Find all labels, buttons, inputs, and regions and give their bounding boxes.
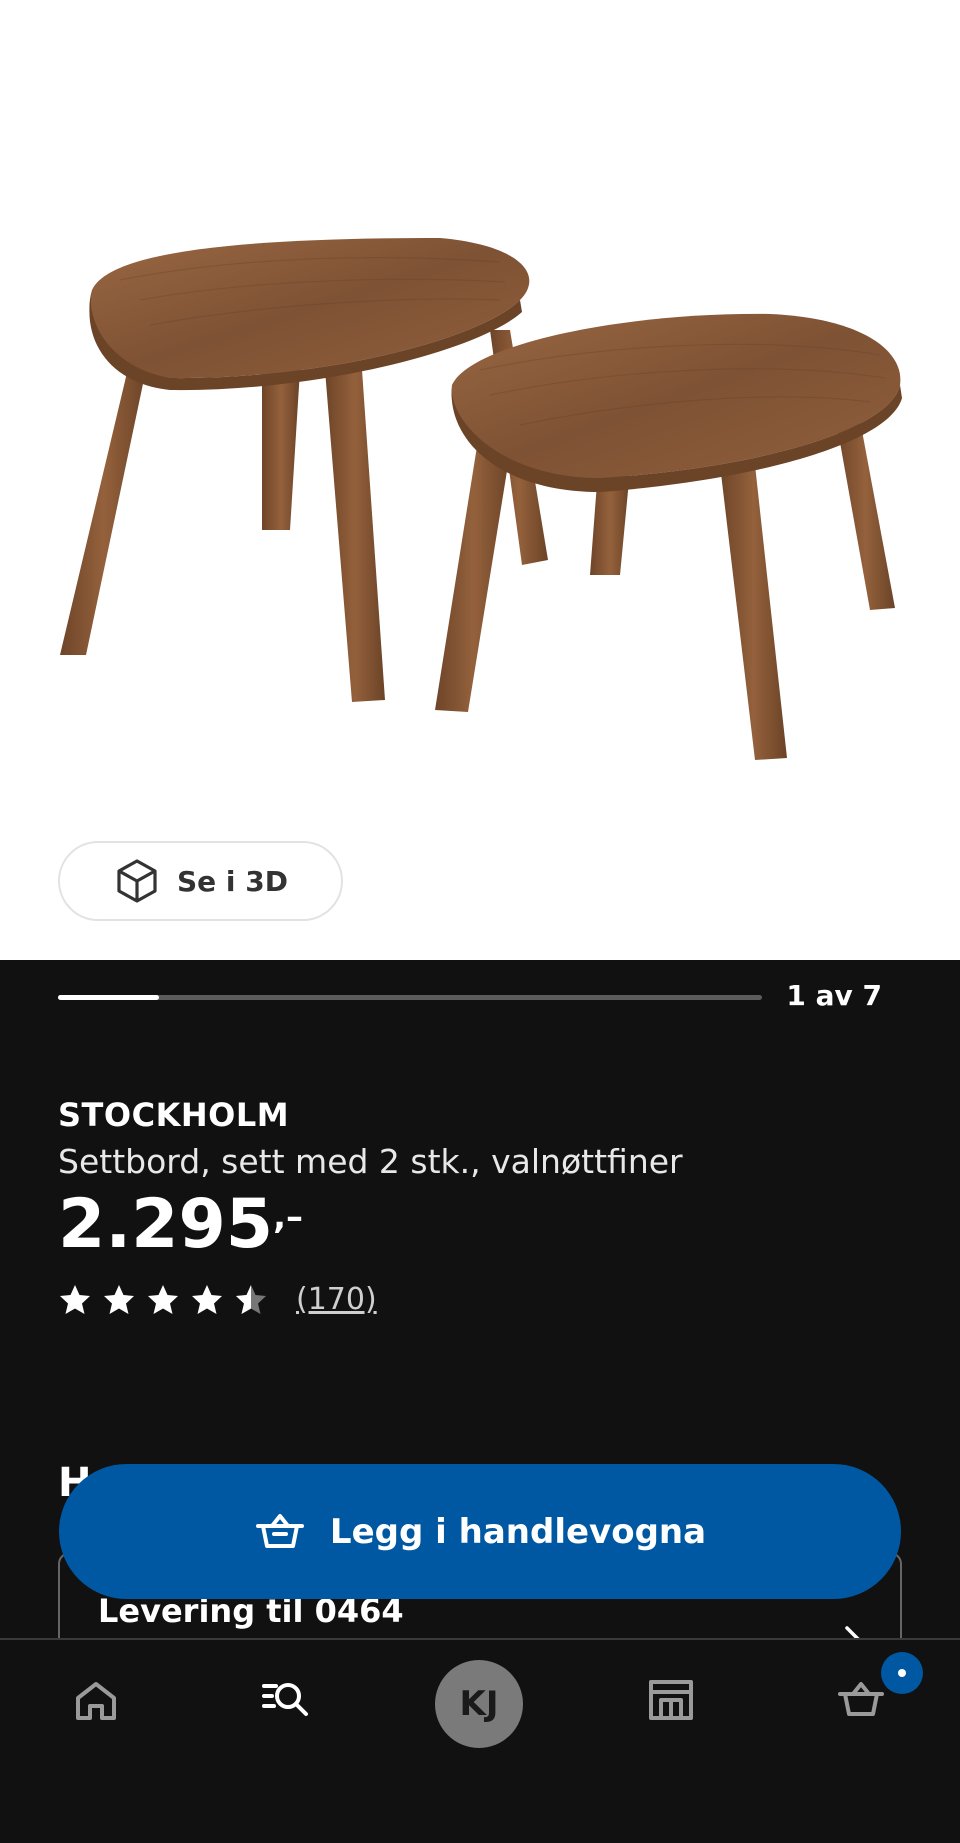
star-half-icon (236, 1284, 266, 1314)
profile-avatar[interactable]: KJ (435, 1660, 523, 1748)
bottom-navigation: KJ (0, 1638, 960, 1843)
star-full-icon (60, 1284, 90, 1314)
cart-badge-dot (898, 1669, 906, 1677)
cart-badge (881, 1652, 923, 1694)
gallery-counter: 1 av 7 (786, 979, 882, 1012)
home-icon (76, 1682, 116, 1720)
product-photo (60, 238, 902, 760)
price-suffix: ,– (273, 1197, 304, 1237)
view-in-3d-label: Se i 3D (177, 864, 288, 898)
add-to-cart-button[interactable]: Legg i handlevogna (59, 1464, 901, 1599)
basket-icon (838, 1682, 884, 1716)
product-price: 2.295 ,– (58, 1185, 303, 1264)
nav-stores[interactable] (611, 1640, 731, 1760)
star-full-icon (192, 1284, 222, 1314)
add-to-cart-label: Legg i handlevogna (329, 1511, 707, 1552)
product-image-gallery[interactable]: Se i 3D (0, 0, 960, 960)
product-brand: STOCKHOLM (58, 1096, 290, 1134)
price-value: 2.295 (58, 1185, 274, 1264)
nav-home[interactable] (36, 1640, 156, 1760)
gallery-progress-fill (58, 995, 159, 1000)
store-icon (649, 1680, 693, 1720)
product-description: Settbord, sett med 2 stk., valnøttfiner (58, 1142, 683, 1181)
basket-icon (255, 1513, 304, 1548)
gallery-progress-track (58, 995, 762, 1000)
review-count-link[interactable]: (170) (296, 1282, 377, 1317)
star-full-icon (104, 1284, 134, 1314)
search-list-icon (262, 1683, 308, 1716)
star-full-icon (148, 1284, 178, 1314)
view-in-3d-button[interactable]: Se i 3D (58, 841, 343, 921)
product-rating[interactable]: (170) (58, 1282, 377, 1317)
nav-search[interactable] (226, 1640, 346, 1760)
cube-icon (117, 859, 157, 903)
